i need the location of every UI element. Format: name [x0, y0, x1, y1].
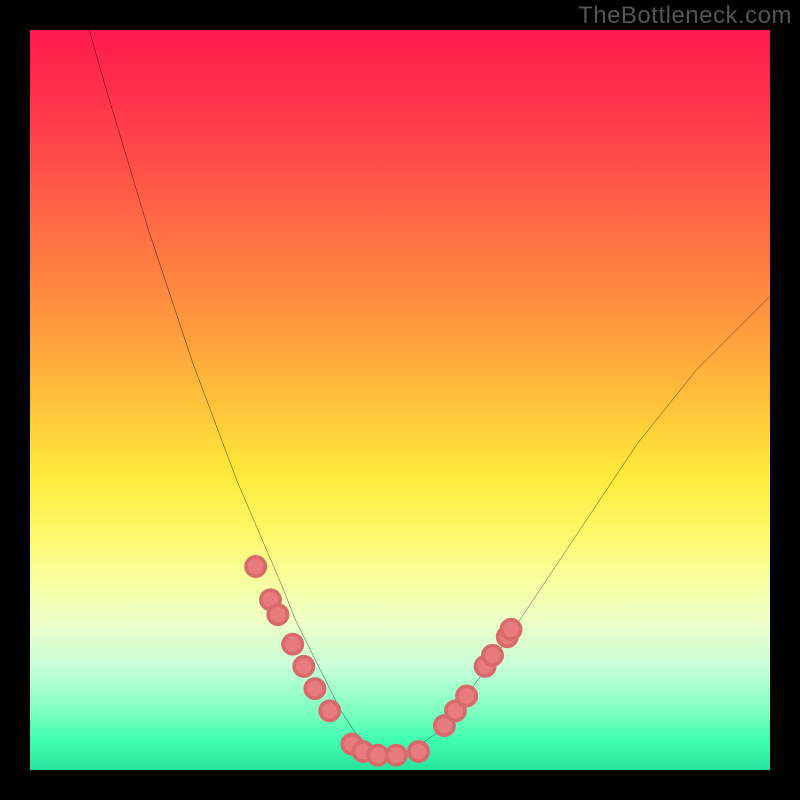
- highlight-dot: [368, 746, 387, 765]
- highlight-dot: [305, 679, 324, 698]
- highlight-dot: [294, 657, 313, 676]
- chart-frame: TheBottleneck.com: [0, 0, 800, 800]
- highlight-dot: [268, 605, 287, 624]
- curve-svg: [30, 30, 770, 770]
- highlight-dots: [246, 557, 521, 765]
- highlight-dot: [483, 646, 502, 665]
- highlight-dot: [320, 701, 339, 720]
- highlight-dot: [409, 742, 428, 761]
- highlight-dot: [501, 620, 520, 639]
- watermark-text: TheBottleneck.com: [578, 2, 792, 30]
- highlight-dot: [246, 557, 265, 576]
- highlight-dot: [283, 635, 302, 654]
- bottleneck-curve: [89, 30, 770, 755]
- highlight-dot: [457, 686, 476, 705]
- plot-area: [30, 30, 770, 770]
- highlight-dot: [387, 746, 406, 765]
